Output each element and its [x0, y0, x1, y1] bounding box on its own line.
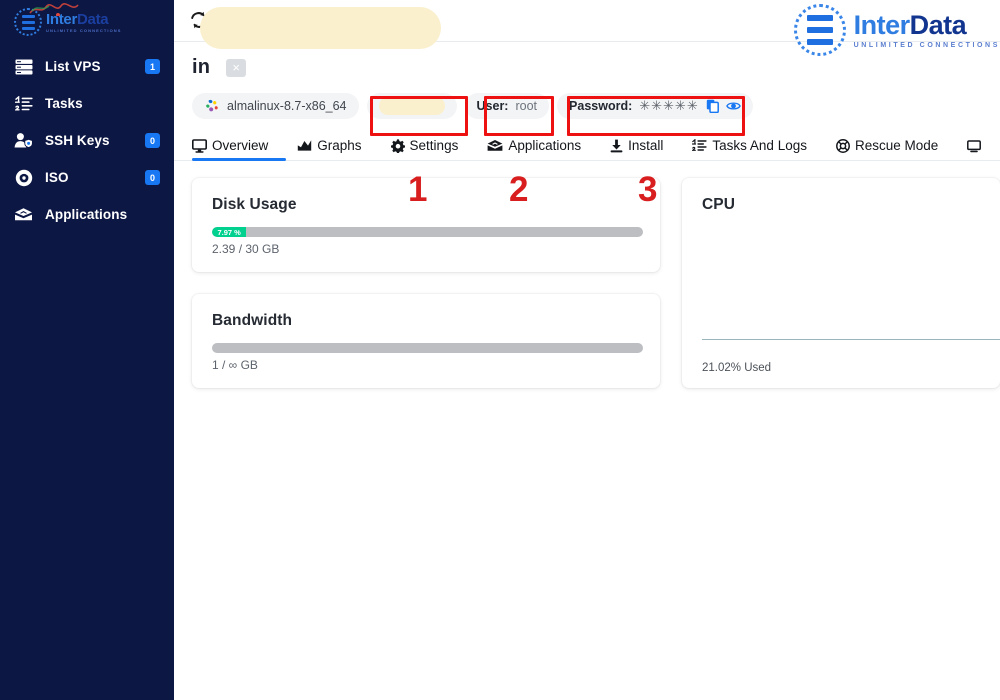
sidebar-item-tasks[interactable]: Tasks	[0, 85, 174, 122]
sidebar-item-label: Applications	[45, 207, 128, 222]
close-icon[interactable]: ×	[226, 58, 247, 77]
bandwidth-detail: 1 / ∞ GB	[212, 358, 258, 372]
sidebar: InterData UNLIMITED CONNECTIONS List VPS…	[0, 0, 174, 700]
redaction-overlay-vps-name	[200, 7, 441, 49]
download-icon	[610, 139, 623, 153]
cpu-chart-line	[702, 338, 1000, 340]
disk-usage-card: Disk Usage 7.97 % 2.39 / 30 GB	[192, 178, 660, 272]
redaction-overlay-ip	[378, 97, 445, 115]
tab-graphs[interactable]: Graphs	[297, 138, 362, 160]
password-pill: Password: ✳✳✳✳✳	[557, 93, 753, 119]
lifebuoy-icon	[836, 138, 850, 153]
sidebar-item-label: SSH Keys	[45, 133, 110, 148]
tasks-list-icon	[692, 139, 708, 152]
sidebar-badge-list-vps: 1	[145, 59, 160, 74]
tab-tasks-and-logs[interactable]: Tasks And Logs	[692, 138, 807, 160]
sidebar-item-applications[interactable]: Applications	[0, 196, 174, 233]
main-content: InterData UNLIMITED CONNECTIONS in × alma…	[174, 0, 1000, 700]
brand-name-part1: Inter	[46, 10, 78, 28]
cpu-chart	[702, 227, 1000, 362]
apps-box-icon	[14, 205, 33, 224]
password-value-masked: ✳✳✳✳✳	[639, 98, 699, 113]
tab-applications[interactable]: Applications	[487, 138, 581, 160]
tab-settings[interactable]: Settings	[390, 138, 459, 160]
sidebar-item-ssh-keys[interactable]: SSH Keys 0	[0, 122, 174, 159]
cpu-title: CPU	[702, 196, 736, 213]
tab-rescue-mode[interactable]: Rescue Mode	[836, 138, 938, 160]
disk-usage-progress-fill: 7.97 %	[212, 227, 247, 237]
vps-meta-row: almalinux-8.7-x86_64 User: root Password…	[174, 89, 1000, 123]
ip-pill	[366, 93, 457, 119]
disc-icon	[14, 168, 33, 187]
sidebar-item-iso[interactable]: ISO 0	[0, 159, 174, 196]
monitor-icon	[192, 138, 207, 153]
overview-cards: Disk Usage 7.97 % 2.39 / 30 GB Bandwidth…	[174, 161, 1000, 388]
tab-label: Rescue Mode	[854, 138, 939, 153]
user-label: User:	[476, 99, 509, 113]
bandwidth-progress-track	[212, 343, 643, 353]
sidebar-brand-logo[interactable]: InterData UNLIMITED CONNECTIONS	[0, 0, 174, 44]
os-pill: almalinux-8.7-x86_64	[192, 93, 359, 119]
gear-icon	[390, 138, 405, 153]
sidebar-badge-ssh-keys: 0	[145, 133, 160, 148]
tab-bar: Overview Graphs Settings Applications In…	[174, 129, 1000, 161]
almalinux-icon	[206, 99, 218, 112]
header-brand-part2: Data	[909, 9, 967, 40]
app-root: InterData UNLIMITED CONNECTIONS List VPS…	[0, 0, 1000, 700]
copy-icon[interactable]	[706, 99, 719, 113]
left-card-column: Disk Usage 7.97 % 2.39 / 30 GB Bandwidth…	[192, 178, 660, 388]
tab-overview[interactable]: Overview	[192, 138, 286, 161]
cpu-card: CPU 21.02% Used	[682, 178, 1000, 388]
chart-icon	[297, 139, 312, 152]
apps-box-icon	[487, 139, 503, 152]
disk-usage-title: Disk Usage	[212, 196, 297, 213]
tab-label: Graphs	[317, 138, 362, 153]
bandwidth-title: Bandwidth	[212, 312, 293, 329]
os-pill-label: almalinux-8.7-x86_64	[227, 99, 347, 113]
user-value: root	[515, 99, 538, 113]
server-list-icon	[14, 57, 33, 76]
sidebar-item-label: Tasks	[45, 96, 83, 111]
tab-label: Settings	[409, 138, 459, 153]
disk-usage-percent-label: 7.97 %	[217, 227, 241, 237]
sidebar-nav: List VPS 1 Tasks SSH Keys 0 ISO 0 Applic…	[0, 48, 174, 233]
tab-install[interactable]: Install	[610, 138, 663, 160]
backup-icon	[967, 140, 982, 153]
disk-usage-progress-track: 7.97 %	[212, 227, 643, 237]
active-tab-underline	[192, 158, 286, 161]
sidebar-badge-iso: 0	[145, 170, 160, 185]
tab-overflow-partial[interactable]	[967, 140, 982, 160]
eye-icon[interactable]	[725, 100, 741, 112]
sidebar-item-list-vps[interactable]: List VPS 1	[0, 48, 174, 85]
user-key-icon	[14, 131, 33, 150]
password-label: Password:	[569, 99, 633, 113]
vps-name: in	[192, 56, 211, 78]
header-brand-title: InterData	[853, 9, 1000, 40]
header-brand-part1: Inter	[853, 9, 911, 40]
sidebar-item-label: List VPS	[45, 59, 101, 74]
bandwidth-card: Bandwidth 1 / ∞ GB	[192, 294, 660, 388]
disk-usage-detail: 2.39 / 30 GB	[212, 242, 280, 256]
tasks-list-icon	[14, 94, 33, 113]
brand-name-part2: Data	[77, 10, 109, 28]
brand-title: InterData	[46, 12, 122, 27]
brand-tagline: UNLIMITED CONNECTIONS	[46, 27, 122, 33]
tab-label: Overview	[212, 138, 269, 153]
tab-label: Applications	[508, 138, 582, 153]
interdata-logo-mark	[14, 8, 42, 36]
cpu-used-label: 21.02% Used	[702, 362, 772, 374]
sidebar-item-label: ISO	[45, 170, 69, 185]
user-pill: User: root	[464, 93, 550, 119]
tab-label: Tasks And Logs	[712, 138, 807, 153]
tab-label: Install	[628, 138, 664, 153]
